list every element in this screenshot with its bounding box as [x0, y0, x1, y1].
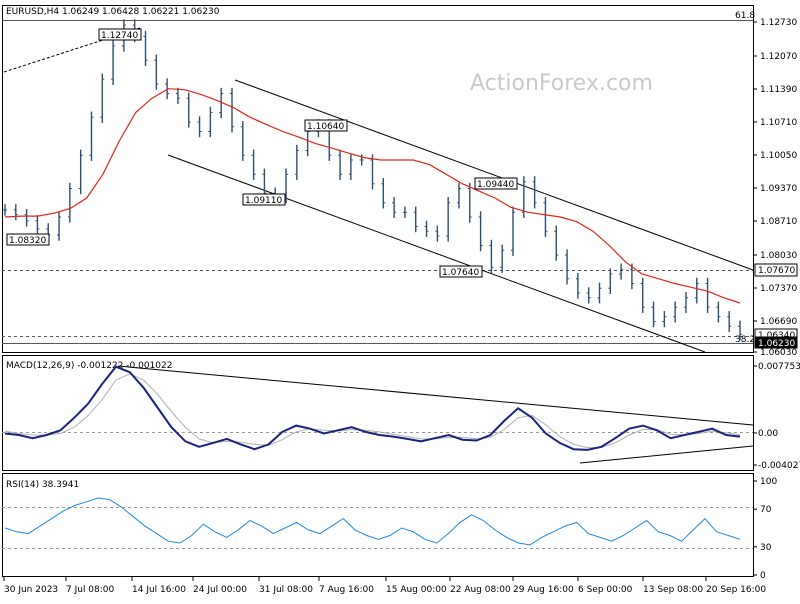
swing-label-112740: 1.12740 [98, 28, 142, 41]
swing-label-106640: 1.10640 [304, 119, 348, 132]
chart-svg: ActionForex.com EURUSD,H4 1.06249 1.0642… [0, 0, 800, 600]
swing-label-109110-text: 1.09110 [245, 196, 282, 206]
price-tick-label: 1.12730 [760, 18, 797, 28]
level-tag-text: 1.07670 [758, 266, 795, 276]
watermark: ActionForex.com [470, 71, 653, 96]
swing-label-109110: 1.09110 [242, 193, 286, 206]
price-tick-label: 1.07370 [760, 284, 797, 294]
price-tick-label: 1.12070 [760, 52, 797, 62]
swing-label-107640-text: 1.07640 [442, 268, 479, 278]
fib-618-label: 61.8 [735, 11, 755, 21]
last-price-tag: 1.06230 [754, 336, 798, 349]
price-tick-label: 1.08030 [760, 251, 797, 261]
x-tick-label: 29 Aug 16:00 [513, 585, 574, 595]
price-tick-label: 1.11390 [760, 85, 797, 95]
x-tick-label: 14 Jul 16:00 [132, 585, 186, 595]
swing-label-107640: 1.07640 [439, 265, 483, 278]
x-tick-label: 13 Sep 08:00 [643, 585, 703, 595]
forex-chart: ActionForex.com EURUSD,H4 1.06249 1.0642… [0, 0, 800, 600]
x-tick-label: 22 Aug 08:00 [450, 585, 511, 595]
rsi-tick-label: 30 [760, 543, 772, 553]
swing-label-106640-text: 1.10640 [307, 122, 344, 132]
swing-label-109440: 1.09440 [474, 177, 518, 190]
last-price-tag-text: 1.06230 [758, 339, 795, 349]
level-tag: 1.07670 [754, 263, 798, 277]
price-tick-label: 1.06030 [760, 348, 797, 358]
price-tick-label: 1.08710 [760, 217, 797, 227]
swing-label-108320-text: 1.08320 [9, 236, 46, 246]
rsi-tick-label: 100 [760, 477, 777, 487]
x-tick-label: 24 Jul 00:00 [193, 585, 247, 595]
price-header: EURUSD,H4 1.06249 1.06428 1.06221 1.0623… [6, 7, 220, 17]
fib-382-label: 38.2 [735, 335, 755, 345]
swing-label-109440-text: 1.09440 [477, 180, 514, 190]
price-tick-label: 1.09370 [760, 184, 797, 194]
x-tick-label: 30 Jun 2023 [4, 585, 58, 595]
x-tick-label: 6 Sep 00:00 [578, 585, 633, 595]
macd-tick-label: 0.00 [758, 429, 778, 439]
swing-label-108320: 1.08320 [6, 233, 50, 246]
rsi-tick-label: 70 [760, 505, 772, 515]
swing-label-112740-text: 1.12740 [101, 31, 138, 41]
price-tick-label: 1.10050 [760, 151, 797, 161]
x-tick-label: 20 Sep 16:00 [706, 585, 766, 595]
x-tick-label: 15 Aug 00:00 [386, 585, 447, 595]
rsi-tick-label: 0 [760, 571, 766, 581]
macd-tick-label: 0.007753 [758, 362, 800, 372]
price-tick-label: 1.10710 [760, 118, 797, 128]
x-tick-label: 7 Jul 08:00 [66, 585, 115, 595]
x-tick-label: 31 Jul 08:00 [259, 585, 313, 595]
macd-header: MACD(12,26,9) -0.001222 -0.001022 [6, 361, 172, 371]
chart-background [0, 0, 800, 600]
price-tick-label: 1.06690 [760, 317, 797, 327]
rsi-header: RSI(14) 38.3941 [6, 480, 79, 490]
x-tick-label: 7 Aug 16:00 [319, 585, 374, 595]
macd-tick-label: -0.004027 [758, 461, 800, 471]
